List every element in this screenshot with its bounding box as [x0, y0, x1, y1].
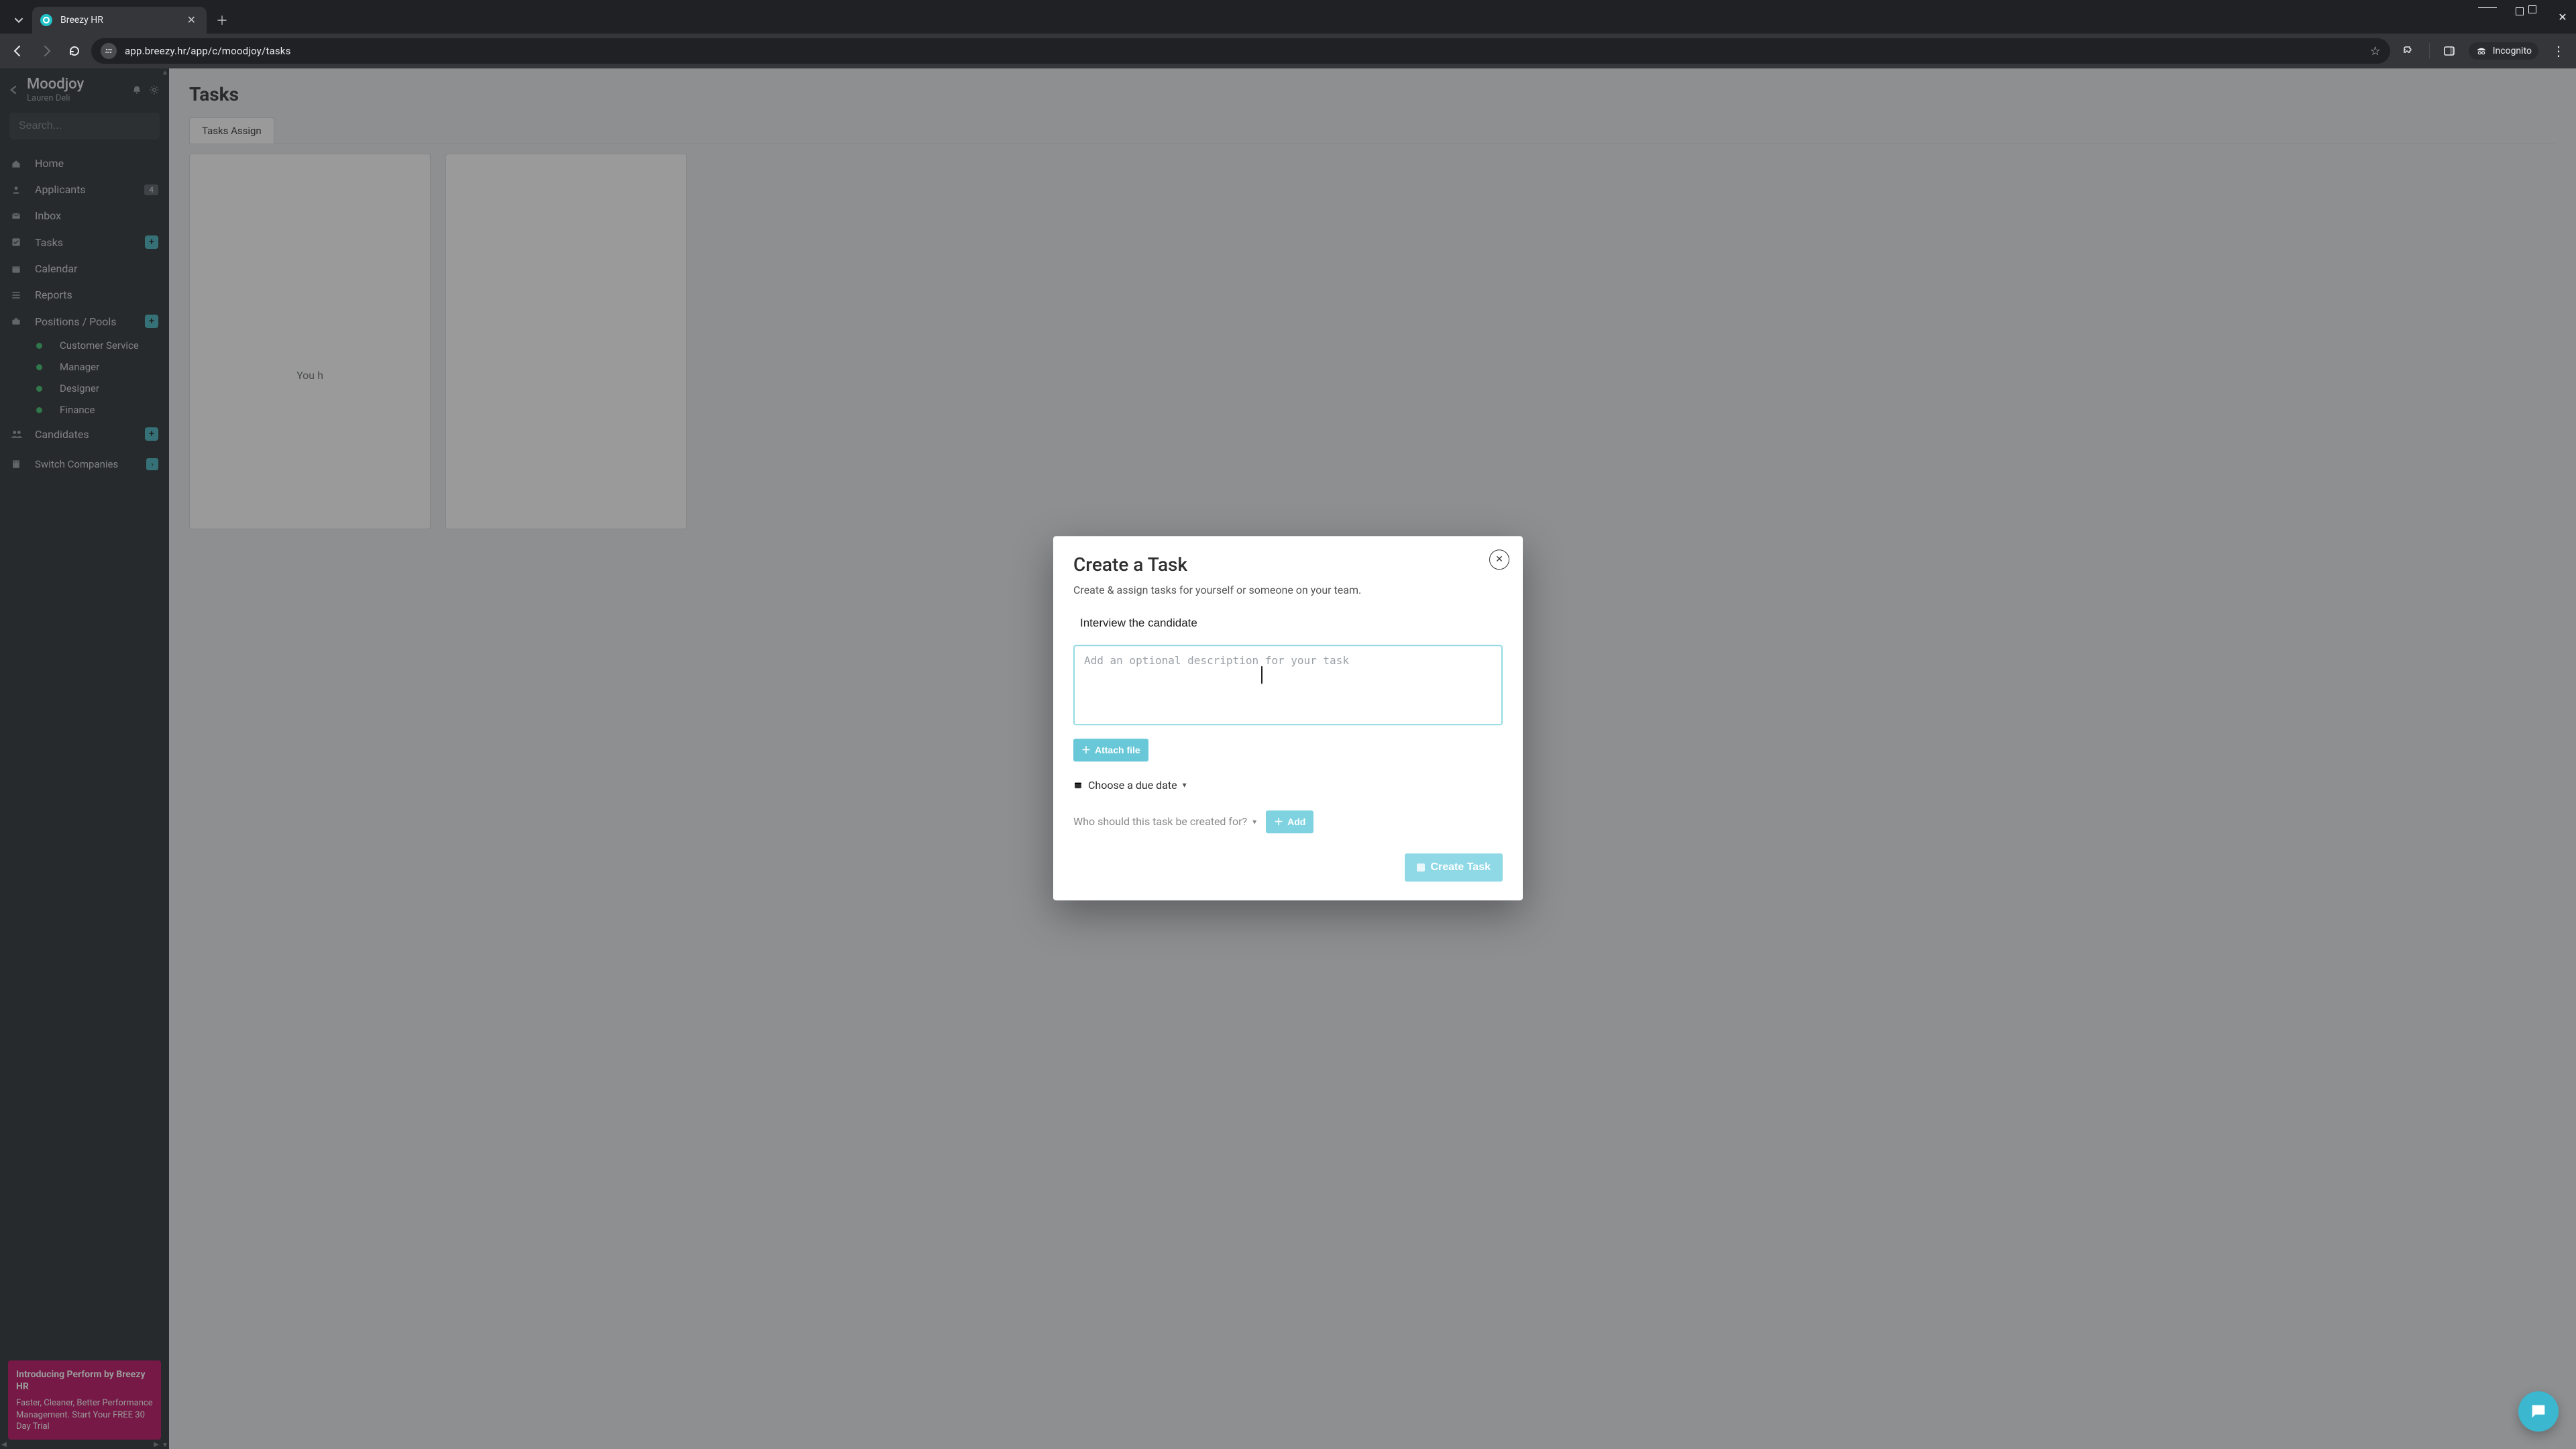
chat-icon [2529, 1402, 2548, 1421]
caret-down-icon: ▾ [1183, 780, 1187, 790]
window-minimize-button[interactable] [2478, 7, 2497, 26]
browser-tabstrip: Breezy HR ✕ ＋ ✕ [0, 0, 2576, 34]
bookmark-star-icon[interactable]: ☆ [2370, 44, 2381, 58]
browser-tab-active[interactable]: Breezy HR ✕ [32, 7, 207, 34]
modal-close-button[interactable]: ✕ [1489, 549, 1509, 570]
chat-fab-button[interactable] [2518, 1391, 2559, 1432]
text-caret-icon [1261, 666, 1263, 684]
add-assignee-button[interactable]: ＋ Add [1266, 810, 1313, 833]
incognito-label: Incognito [2493, 46, 2532, 56]
tab-title: Breezy HR [60, 15, 179, 25]
browser-toolbar: app.breezy.hr/app/c/moodjoy/tasks ☆ Inco… [0, 34, 2576, 68]
attach-file-button[interactable]: ＋ Attach file [1073, 739, 1148, 761]
tab-close-button[interactable]: ✕ [187, 15, 196, 25]
create-task-button[interactable]: Create Task [1405, 853, 1503, 881]
task-title-input[interactable] [1073, 611, 1503, 635]
create-task-modal: ✕ Create a Task Create & assign tasks fo… [1053, 536, 1523, 900]
due-date-dropdown[interactable]: Choose a due date ▾ [1073, 779, 1503, 792]
new-tab-button[interactable]: ＋ [212, 10, 232, 30]
plus-icon: ＋ [1274, 815, 1283, 828]
incognito-chip[interactable]: Incognito [2469, 42, 2538, 60]
url-text: app.breezy.hr/app/c/moodjoy/tasks [125, 45, 291, 57]
nav-forward-button[interactable] [35, 40, 58, 62]
tab-search-button[interactable] [5, 7, 32, 34]
address-bar[interactable]: app.breezy.hr/app/c/moodjoy/tasks ☆ [91, 38, 2390, 64]
modal-lead: Create & assign tasks for yourself or so… [1073, 584, 1503, 596]
assignee-dropdown[interactable]: Who should this task be created for? ▾ [1073, 815, 1256, 828]
create-task-label: Create Task [1430, 861, 1491, 873]
caret-down-icon: ▾ [1252, 817, 1256, 826]
add-label: Add [1287, 816, 1305, 827]
nav-reload-button[interactable] [63, 40, 86, 62]
assignee-label: Who should this task be created for? [1073, 815, 1247, 828]
window-maximize-button[interactable] [2516, 7, 2534, 26]
attach-file-label: Attach file [1095, 745, 1140, 755]
sidepanel-icon[interactable] [2439, 41, 2459, 61]
plus-icon: ＋ [1081, 743, 1091, 757]
modal-title: Create a Task [1073, 553, 1503, 576]
checkbox-icon [1417, 863, 1425, 871]
window-close-button[interactable]: ✕ [2553, 7, 2572, 26]
incognito-icon [2475, 45, 2487, 57]
due-date-label: Choose a due date [1088, 779, 1177, 792]
task-description-input[interactable] [1073, 645, 1503, 725]
extensions-icon[interactable] [2400, 41, 2420, 61]
browser-menu-button[interactable]: ⋮ [2548, 43, 2569, 59]
window-controls: ✕ [2478, 0, 2572, 34]
nav-back-button[interactable] [7, 40, 30, 62]
favicon-icon [40, 14, 52, 26]
site-settings-icon[interactable] [101, 43, 117, 59]
calendar-icon [1073, 780, 1083, 790]
